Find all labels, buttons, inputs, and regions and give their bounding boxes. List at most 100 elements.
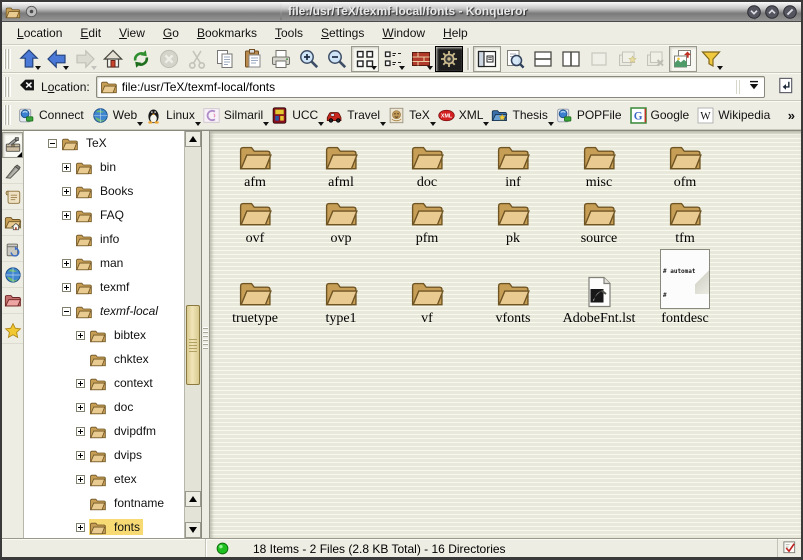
expand-icon[interactable] — [76, 475, 85, 484]
tree-item-bin[interactable]: bin — [24, 155, 184, 179]
sidebar-services-button[interactable] — [2, 236, 23, 262]
go-button[interactable] — [773, 75, 797, 99]
bookmark-google[interactable]: GGoogle — [627, 105, 695, 126]
expand-icon[interactable] — [62, 211, 71, 220]
icon-view-button[interactable] — [351, 46, 379, 72]
menu-location[interactable]: Location — [8, 23, 71, 43]
file-item-afml[interactable]: afml — [298, 137, 384, 191]
bookmarks-overflow-chevron[interactable]: » — [782, 108, 801, 123]
tree-item-books[interactable]: Books — [24, 179, 184, 203]
expand-icon[interactable] — [62, 163, 71, 172]
collapse-icon[interactable] — [62, 307, 71, 316]
tree-item-etex[interactable]: etex — [24, 467, 184, 491]
file-item-afm[interactable]: afm — [212, 137, 298, 191]
bookmark-xml[interactable]: XMLXML — [435, 105, 489, 126]
up-button[interactable] — [15, 46, 43, 72]
scroll-up-button[interactable] — [185, 131, 201, 147]
toolbar-handle[interactable] — [4, 49, 11, 69]
file-item-inf[interactable]: inf — [470, 137, 556, 191]
multicolumn-view-button[interactable] — [379, 46, 407, 72]
bookmark-ucc[interactable]: UCC — [268, 105, 323, 126]
bookmark-travel[interactable]: Travel — [323, 105, 385, 126]
file-item-adobefnt[interactable]: AdobeFnt.lst — [556, 245, 642, 327]
expand-icon[interactable] — [62, 283, 71, 292]
bookmark-popfile[interactable]: POPFile — [553, 105, 627, 126]
expand-icon[interactable] — [76, 403, 85, 412]
remove-view-button[interactable] — [585, 46, 613, 72]
sidebar-config-button[interactable] — [2, 132, 23, 158]
bookmark-connect[interactable]: Connect — [15, 105, 89, 126]
file-item-ovp[interactable]: ovp — [298, 193, 384, 247]
cut-button[interactable] — [183, 46, 211, 72]
menu-view[interactable]: View — [110, 23, 154, 43]
zoom-in-button[interactable] — [295, 46, 323, 72]
file-item-misc[interactable]: misc — [556, 137, 642, 191]
file-item-tfm[interactable]: tfm — [642, 193, 728, 247]
file-item-fontdesc[interactable]: # automat # font pk * font pk * font pk … — [642, 245, 728, 327]
split-top-bottom-button[interactable] — [529, 46, 557, 72]
bookmark-web[interactable]: Web — [89, 105, 142, 126]
panel-splitter[interactable] — [202, 131, 210, 538]
sidebar-marker-button[interactable] — [2, 158, 23, 184]
file-item-doc[interactable]: doc — [384, 137, 470, 191]
expand-icon[interactable] — [62, 259, 71, 268]
file-item-vfonts[interactable]: vfonts — [470, 245, 556, 327]
bookmark-tex[interactable]: TeX — [385, 105, 435, 126]
location-input[interactable]: file:/usr/TeX/texmf-local/fonts — [96, 76, 765, 98]
sidebar-root-folder-button[interactable] — [2, 288, 23, 314]
file-item-type1[interactable]: type1 — [298, 245, 384, 327]
file-item-pk[interactable]: pk — [470, 193, 556, 247]
bookmark-silmaril[interactable]: Silmaril — [200, 105, 268, 126]
tree-item-texmf-local[interactable]: texmf-local — [24, 299, 184, 323]
tree-item-info[interactable]: info — [24, 227, 184, 251]
expand-icon[interactable] — [76, 331, 85, 340]
menu-go[interactable]: Go — [154, 23, 188, 43]
split-left-right-button[interactable] — [557, 46, 585, 72]
file-item-source[interactable]: source — [556, 193, 642, 247]
expand-icon[interactable] — [62, 187, 71, 196]
sidebar-network-button[interactable] — [2, 262, 23, 288]
sidebar-bookmarks-button[interactable] — [2, 318, 23, 344]
paste-button[interactable] — [239, 46, 267, 72]
location-value[interactable]: file:/usr/TeX/texmf-local/fonts — [122, 80, 736, 94]
tree-item-bibtex[interactable]: bibtex — [24, 323, 184, 347]
menu-edit[interactable]: Edit — [71, 23, 110, 43]
tree-item-texmf[interactable]: texmf — [24, 275, 184, 299]
forward-button[interactable] — [71, 46, 99, 72]
tree-item-context[interactable]: context — [24, 371, 184, 395]
home-button[interactable] — [99, 46, 127, 72]
bookmarks-toolbar-handle[interactable] — [4, 105, 11, 125]
maximize-button[interactable] — [765, 5, 779, 19]
tree-item-doc[interactable]: doc — [24, 395, 184, 419]
tree-item-faq[interactable]: FAQ — [24, 203, 184, 227]
copy-button[interactable] — [211, 46, 239, 72]
clear-location-button[interactable] — [15, 75, 39, 99]
expand-icon[interactable] — [76, 379, 85, 388]
filter-button[interactable] — [697, 46, 725, 72]
expand-icon[interactable] — [76, 451, 85, 460]
expand-icon[interactable] — [76, 523, 85, 532]
close-tab-button[interactable] — [641, 46, 669, 72]
tree-item-chktex[interactable]: chktex — [24, 347, 184, 371]
menu-window[interactable]: Window — [373, 23, 434, 43]
preview-button[interactable] — [669, 46, 697, 72]
tree-item-man[interactable]: man — [24, 251, 184, 275]
bricks-view-button[interactable] — [407, 46, 435, 72]
stop-button[interactable] — [155, 46, 183, 72]
zoom-out-button[interactable] — [323, 46, 351, 72]
find-file-button[interactable] — [501, 46, 529, 72]
scrollbar-thumb[interactable] — [186, 305, 200, 385]
file-item-truetype[interactable]: truetype — [212, 245, 298, 327]
bookmark-linux[interactable]: Linux — [142, 105, 200, 126]
close-button[interactable] — [783, 5, 797, 19]
tree-item-dvips[interactable]: dvips — [24, 443, 184, 467]
navigation-panel-button[interactable] — [473, 46, 501, 72]
minimize-button[interactable] — [747, 5, 761, 19]
icon-view[interactable]: afm afml doc inf misc ofm ovf ovp pfm pk… — [210, 131, 801, 538]
file-item-ovf[interactable]: ovf — [212, 193, 298, 247]
title-bar[interactable]: file:/usr/TeX/texmf-local/fonts - Konque… — [2, 2, 801, 22]
file-item-pfm[interactable]: pfm — [384, 193, 470, 247]
menu-tools[interactable]: Tools — [266, 23, 312, 43]
location-dropdown-button[interactable] — [744, 77, 764, 97]
terminal-emulator-button[interactable] — [435, 46, 463, 72]
